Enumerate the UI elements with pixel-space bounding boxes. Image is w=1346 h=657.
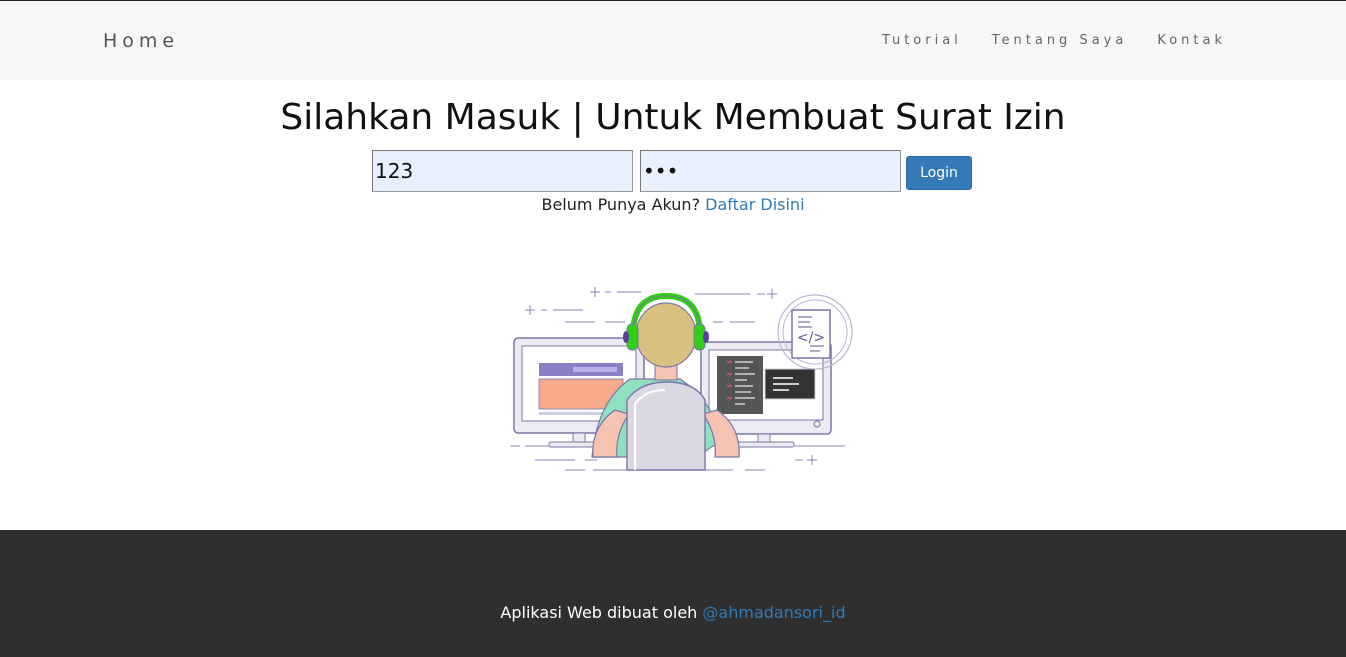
code-doc-group: </> [777,294,853,370]
nav-links: Tutorial Tentang Saya Kontak [882,33,1226,48]
footer-author-link[interactable]: @ahmadansori_id [702,603,845,622]
register-prompt-text: Belum Punya Akun? [541,195,701,214]
code-symbol-text: </> [797,330,825,346]
nav-link-kontak[interactable]: Kontak [1157,33,1226,48]
password-input[interactable] [640,150,901,192]
brand-home-link[interactable]: Home [103,30,179,52]
register-prompt: Belum Punya Akun? Daftar Disini [0,195,1346,214]
login-button[interactable]: Login [906,156,972,190]
footer: Aplikasi Web dibuat oleh @ahmadansori_id [0,530,1346,657]
nav-link-tutorial[interactable]: Tutorial [882,33,962,48]
footer-text: Aplikasi Web dibuat oleh [500,603,698,622]
username-input[interactable] [372,150,633,192]
navbar: Home Tutorial Tentang Saya Kontak [0,1,1346,80]
developer-illustration: </> [510,287,853,471]
nav-link-tentang-saya[interactable]: Tentang Saya [992,33,1128,48]
register-link[interactable]: Daftar Disini [705,195,804,214]
login-form: Login [372,150,972,192]
footer-credit: Aplikasi Web dibuat oleh @ahmadansori_id [0,603,1346,622]
page-title: Silahkan Masuk | Untuk Membuat Surat Izi… [280,97,1066,138]
